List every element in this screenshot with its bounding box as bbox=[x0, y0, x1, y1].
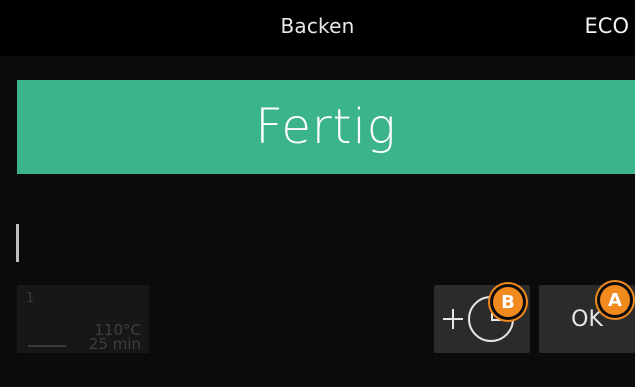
duration-bar-icon bbox=[28, 345, 66, 347]
plus-icon bbox=[443, 309, 463, 329]
callout-marker-b: B bbox=[493, 287, 523, 317]
status-text: Fertig bbox=[255, 99, 397, 155]
oven-display: Backen ECO Fertig 1 110°C 25 min OK B A bbox=[0, 0, 635, 387]
program-step-card[interactable]: 1 110°C 25 min bbox=[17, 285, 149, 353]
top-bar: Backen ECO bbox=[0, 0, 635, 56]
program-title: Backen bbox=[280, 14, 355, 38]
scroll-indicator bbox=[16, 224, 19, 262]
eco-mode-badge[interactable]: ECO bbox=[585, 14, 629, 38]
clock-hand-icon bbox=[491, 319, 501, 321]
status-banner: Fertig bbox=[17, 80, 635, 174]
step-number: 1 bbox=[26, 291, 35, 306]
step-duration: 25 min bbox=[88, 335, 141, 353]
callout-marker-a: A bbox=[600, 285, 630, 315]
